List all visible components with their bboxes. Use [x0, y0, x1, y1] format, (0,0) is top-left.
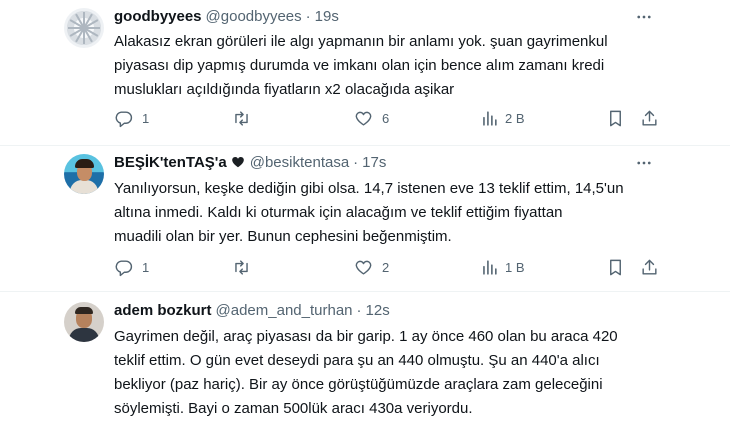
like-count: 2 [382, 259, 390, 275]
retweet-button[interactable] [232, 107, 260, 129]
like-button[interactable]: 6 [354, 107, 389, 129]
tweet-line: teklif ettim. O gün evet deseydi para şu… [114, 352, 600, 369]
tweet-line: piyasası dip yapmış durumda ve imkanı ol… [114, 57, 605, 74]
views-count: 1 B [505, 259, 525, 275]
black-heart-icon [231, 156, 244, 168]
share-icon [642, 110, 657, 126]
timestamp[interactable]: 12s [366, 302, 390, 319]
bookmark-icon [610, 259, 621, 275]
bookmark-button[interactable] [606, 256, 625, 278]
views-count: 2 B [505, 110, 525, 126]
tweet-header: goodbyyees @goodbyyees · 19s [114, 5, 339, 27]
avatar[interactable] [64, 8, 104, 48]
tweet-line: Yanılıyorsun, keşke dediğin gibi olsa. 1… [114, 180, 624, 197]
views-icon [483, 110, 497, 126]
like-button[interactable]: 2 [354, 256, 389, 278]
display-name[interactable]: adem bozkurt [114, 302, 212, 319]
tweet-line: Gayrimen değil, araç piyasası da bir gar… [114, 328, 618, 345]
tweet-3[interactable]: adem bozkurt @adem_and_turhan · 12s Gayr… [0, 292, 730, 420]
tweet-line: söylemişti. Bayi o zaman 500lük aracı 43… [114, 400, 473, 417]
reply-count: 1 [142, 259, 150, 275]
user-handle[interactable]: @adem_and_turhan [216, 302, 353, 319]
timestamp[interactable]: 19s [315, 8, 339, 25]
tweet-header: adem bozkurt @adem_and_turhan · 12s [114, 299, 390, 321]
retweet-icon [235, 110, 248, 126]
display-name[interactable]: BEŞİK'tenTAŞ'a [114, 154, 227, 171]
user-handle[interactable]: @goodbyyees [206, 8, 302, 25]
like-count: 6 [382, 110, 390, 126]
tweet-2[interactable]: BEŞİK'tenTAŞ'a @besiktentasa · 17s Yanıl… [0, 146, 730, 292]
separator: · [356, 301, 362, 319]
tweet-line: Alakasız ekran görüleri ile algı yapmanı… [114, 33, 608, 50]
timestamp[interactable]: 17s [362, 154, 386, 171]
tweet-actions: 1 2 1 B [114, 256, 674, 278]
tweet-text: Gayrimen değil, araç piyasası da bir gar… [114, 325, 674, 421]
share-icon [642, 259, 657, 275]
reply-button[interactable]: 1 [114, 256, 149, 278]
retweet-button[interactable] [232, 256, 260, 278]
separator: · [353, 153, 359, 171]
tweet-line: altına inmedi. Kaldı ki oturmak için ala… [114, 204, 563, 221]
retweet-icon [235, 259, 248, 275]
separator: · [305, 7, 311, 25]
reply-count: 1 [142, 110, 150, 126]
tweet-line: bekliyor (paz hariç). Bir ay önce görüşt… [114, 376, 603, 393]
heart-icon [355, 260, 372, 275]
more-icon[interactable] [634, 153, 654, 173]
reply-button[interactable]: 1 [114, 107, 149, 129]
share-button[interactable] [640, 107, 659, 129]
views-button[interactable]: 2 B [480, 107, 525, 129]
bookmark-icon [610, 110, 621, 126]
tweet-text: Alakasız ekran görüleri ile algı yapmanı… [114, 30, 674, 102]
tweet-actions: 1 6 2 B [114, 107, 674, 129]
reply-icon [115, 259, 133, 276]
tweet-1[interactable]: goodbyyees @goodbyyees · 19s Alakasız ek… [0, 0, 730, 146]
display-name[interactable]: goodbyyees [114, 8, 202, 25]
bookmark-button[interactable] [606, 107, 625, 129]
tweet-text: Yanılıyorsun, keşke dediğin gibi olsa. 1… [114, 177, 674, 249]
views-icon [483, 259, 497, 275]
reply-icon [115, 110, 133, 127]
timeline-feed: goodbyyees @goodbyyees · 19s Alakasız ek… [0, 0, 730, 420]
user-handle[interactable]: @besiktentasa [250, 154, 349, 171]
more-icon[interactable] [634, 7, 654, 27]
tweet-line: muadili olan bir yer. Bunun cephesini be… [114, 228, 452, 245]
tweet-header: BEŞİK'tenTAŞ'a @besiktentasa · 17s [114, 151, 386, 173]
tweet-line: muslukları açıldığında fiyatların x2 ola… [114, 81, 455, 98]
views-button[interactable]: 1 B [480, 256, 525, 278]
share-button[interactable] [640, 256, 659, 278]
heart-icon [355, 111, 372, 126]
avatar[interactable] [64, 302, 104, 342]
avatar[interactable] [64, 154, 104, 194]
